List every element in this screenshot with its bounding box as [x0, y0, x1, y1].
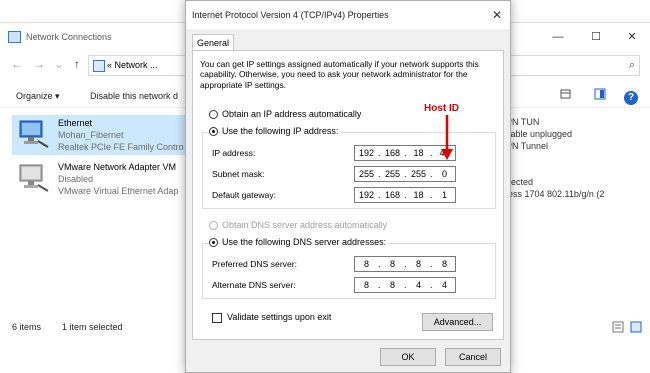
dialog-titlebar: Internet Protocol Version 4 (TCP/IPv4) P…	[186, 1, 510, 29]
nc-window-title: Network Connections	[26, 32, 112, 42]
network-connections-icon	[8, 31, 21, 43]
adapter-status: Disabled	[58, 174, 94, 184]
arrow-down-icon	[441, 115, 453, 160]
back-icon[interactable]: ←	[10, 57, 24, 71]
preferred-dns-label: Preferred DNS server:	[212, 259, 298, 269]
minimize-button[interactable]: —	[548, 29, 568, 45]
network-adapter-icon	[19, 164, 49, 192]
subnet-mask-field[interactable]: 255. 255. 255. 0	[354, 166, 456, 182]
maximize-button[interactable]: ☐	[586, 29, 606, 45]
network-folder-icon	[93, 60, 105, 72]
search-icon: ⌕	[628, 59, 635, 71]
radio-use-following-dns[interactable]	[209, 238, 218, 247]
subnet-mask-label: Subnet mask:	[212, 169, 265, 179]
selection-count: 1 item selected	[62, 322, 123, 332]
network-adapter-icon	[19, 120, 49, 148]
adapter-network: Mohan_Fibernet	[58, 130, 124, 140]
adapter-name: VMware Network Adapter VM	[58, 162, 177, 172]
tab-general[interactable]: General	[192, 34, 234, 51]
address-text: Network ...	[114, 60, 158, 70]
alternate-dns-label: Alternate DNS server:	[212, 280, 296, 290]
host-id-annotation: Host ID	[424, 103, 459, 114]
alternate-dns-field[interactable]: 8. 8. 4. 4	[354, 277, 456, 293]
validate-settings-label: Validate settings upon exit	[227, 312, 332, 322]
adapter-vmware[interactable]: VMware Network Adapter VM Disabled VMwar…	[12, 159, 190, 199]
octet: 1	[441, 190, 447, 200]
octet: 192	[358, 148, 375, 158]
cancel-button[interactable]: Cancel	[445, 348, 501, 366]
help-icon[interactable]: ?	[624, 91, 638, 105]
disable-device-button[interactable]: Disable this network d	[90, 91, 178, 101]
octet: 255	[358, 169, 375, 179]
default-gateway-field[interactable]: 192. 168. 18. 1	[354, 187, 456, 203]
dialog-description: You can get IP settings assigned automat…	[200, 59, 479, 90]
radio-obtain-ip-auto[interactable]	[209, 110, 218, 119]
octet: 8	[389, 280, 395, 290]
preview-pane-icon[interactable]	[594, 88, 606, 100]
octet: 8	[441, 259, 447, 269]
octet: 18	[413, 148, 424, 158]
octet: 4	[441, 280, 447, 290]
validate-settings-checkbox[interactable]	[212, 313, 222, 323]
details-view-icon[interactable]	[612, 321, 624, 333]
radio-obtain-dns-auto[interactable]	[209, 221, 218, 230]
ok-button[interactable]: OK	[380, 348, 436, 366]
octet: 192	[358, 190, 375, 200]
close-window-button[interactable]: ✕	[622, 29, 642, 45]
search-input[interactable]: ⌕	[510, 55, 640, 76]
octet: 255	[384, 169, 401, 179]
ip-address-label: IP address:	[212, 148, 256, 158]
address-bar[interactable]: « Network ...	[88, 55, 188, 76]
octet: 255	[410, 169, 427, 179]
dialog-title: Internet Protocol Version 4 (TCP/IPv4) P…	[192, 10, 389, 20]
octet: 8	[363, 259, 369, 269]
dialog-close-icon[interactable]: ✕	[492, 8, 502, 22]
radio-use-following-ip[interactable]	[209, 127, 218, 136]
octet: 168	[384, 190, 401, 200]
octet: 8	[389, 259, 395, 269]
adapter-vpn-status: cable unplugged	[506, 129, 573, 139]
octet: 8	[415, 259, 421, 269]
adapter-ethernet[interactable]: Ethernet Mohan_Fibernet Realtek PCIe FE …	[12, 115, 190, 155]
adapter-name: Ethernet	[58, 118, 93, 128]
chevron-down-icon[interactable]: ⌄	[52, 57, 66, 71]
organize-menu[interactable]: Organize ▾	[16, 91, 60, 102]
octet: 168	[384, 148, 401, 158]
use-following-dns-label: Use the following DNS server addresses:	[220, 237, 389, 247]
item-count: 6 items	[12, 322, 42, 332]
large-icons-view-icon[interactable]	[630, 321, 642, 333]
adapter-wifi-device: less 1704 802.11b/g/n (2	[506, 189, 605, 199]
use-following-ip-label: Use the following IP address:	[220, 126, 341, 136]
default-gateway-label: Default gateway:	[212, 190, 277, 200]
obtain-ip-auto-label: Obtain an IP address automatically	[222, 109, 362, 119]
preferred-dns-field[interactable]: 8. 8. 8. 8	[354, 256, 456, 272]
address-chevrons: «	[107, 60, 113, 70]
octet: 0	[441, 169, 447, 179]
adapter-device: Realtek PCIe FE Family Contro	[58, 142, 184, 152]
adapter-vpn-name: PN TUN	[506, 117, 540, 127]
advanced-button[interactable]: Advanced...	[422, 313, 493, 331]
up-icon[interactable]: ↑	[70, 57, 84, 71]
view-options-icon[interactable]	[560, 88, 572, 100]
adapter-device: VMware Virtual Ethernet Adap	[58, 186, 179, 196]
forward-icon[interactable]: →	[32, 57, 46, 71]
octet: 4	[415, 280, 421, 290]
obtain-dns-auto-label: Obtain DNS server address automatically	[222, 220, 388, 230]
octet: 18	[413, 190, 424, 200]
adapter-vpn-device: PN Tunnel	[506, 141, 549, 151]
octet: 8	[363, 280, 369, 290]
